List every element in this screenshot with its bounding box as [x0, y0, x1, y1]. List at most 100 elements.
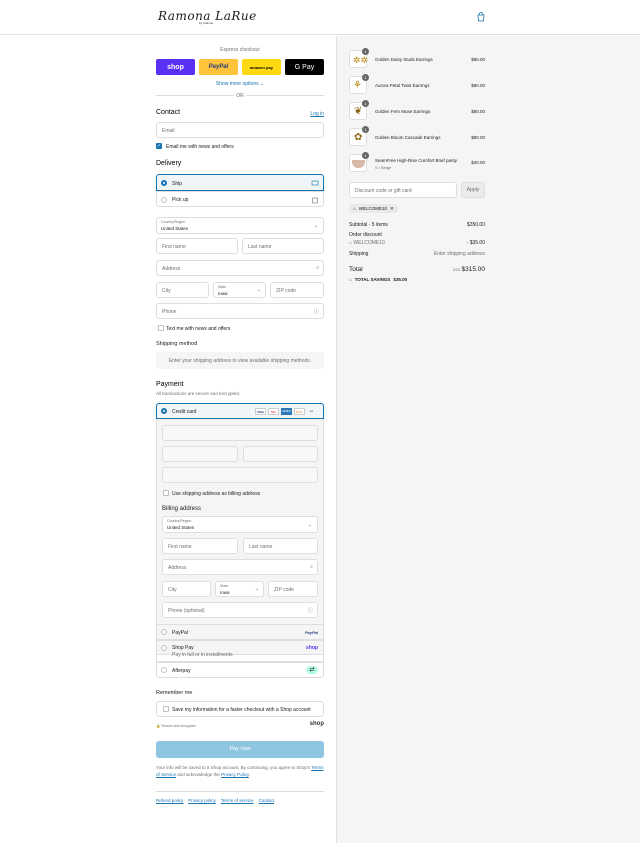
remember-me-box[interactable]: Save my information for a faster checkou…	[156, 701, 324, 717]
help-icon[interactable]: ⓘ	[308, 607, 313, 614]
truck-icon	[311, 180, 319, 186]
ship-radio[interactable]	[161, 180, 167, 186]
address-field[interactable]: Address ⌕	[156, 260, 324, 276]
shop-pay-radio[interactable]	[161, 645, 167, 651]
close-icon[interactable]: ✕	[390, 206, 394, 212]
header: Ramona LaRue by Arianne	[0, 0, 640, 35]
line-item: ⚘ 1 Aurora Petal Twist Earrings $80.00	[349, 74, 485, 96]
footer-links: Refund policy Privacy policy Terms of se…	[156, 798, 274, 803]
card-number-field[interactable]	[162, 425, 318, 441]
security-code-field[interactable]	[243, 446, 318, 462]
country-select[interactable]: Country/Region United States ⌄	[156, 217, 324, 234]
pay-now-button[interactable]: Pay now	[156, 741, 324, 758]
quantity-badge: 1	[362, 126, 369, 133]
line-item: ✲✲ 1 Golden Daisy Studs Earrings $80.00	[349, 48, 485, 70]
ship-label: Ship	[172, 181, 183, 187]
product-thumbnail: 1	[349, 152, 369, 172]
shopping-bag-icon[interactable]	[476, 12, 486, 22]
last-name-placeholder: Last name	[248, 244, 272, 250]
discount-code-text: WELCOME10	[353, 240, 385, 246]
quantity-badge: 1	[362, 100, 369, 107]
discount-code-row: ⌂ WELCOME10 - $35.00	[349, 240, 485, 246]
line-item: ✿ 1 Golden Bloom Cascade Earrings $80.00	[349, 126, 485, 148]
save-info-checkbox[interactable]	[163, 706, 169, 712]
privacy-policy-link[interactable]: Privacy policy	[188, 798, 216, 803]
billing-country-select[interactable]: Country/Region United States ⌄	[162, 516, 318, 533]
footer-divider	[156, 791, 324, 792]
billing-state-value: Iowa	[220, 590, 230, 595]
afterpay-option[interactable]: Afterpay ⇄	[156, 662, 324, 678]
product-price: $30.00	[471, 160, 485, 165]
contact-link[interactable]: Contact	[259, 798, 275, 803]
or-divider-label: OR	[234, 93, 246, 99]
use-shipping-checkbox[interactable]	[163, 490, 169, 496]
text-news-checkbox[interactable]	[158, 325, 164, 331]
phone-placeholder: Phone	[162, 309, 177, 315]
product-thumbnail: ❦ 1	[349, 100, 369, 120]
ship-option[interactable]: Ship	[156, 174, 324, 191]
city-field[interactable]: City	[156, 282, 209, 298]
zip-field[interactable]: ZIP code	[270, 282, 324, 298]
quantity-badge: 1	[362, 74, 369, 81]
login-link[interactable]: Log in	[310, 111, 324, 117]
shop-pay-option[interactable]: Shop Pay Pay in full or in installments …	[156, 640, 324, 662]
paypal-radio[interactable]	[161, 629, 167, 635]
help-icon[interactable]: ⓘ	[314, 308, 319, 315]
email-news-checkbox[interactable]: ✓	[156, 143, 162, 149]
terms-of-service-link[interactable]: Terms of service	[221, 798, 254, 803]
product-price: $80.00	[471, 57, 485, 62]
pickup-option[interactable]: Pick up	[156, 191, 324, 207]
email-field[interactable]: Email	[156, 122, 324, 138]
card-brands: VISA MC AMEX DISC +4	[255, 408, 315, 415]
first-name-field[interactable]: First name	[156, 238, 238, 254]
discount-code-field[interactable]: Discount code or gift card	[349, 182, 457, 198]
show-more-options-link[interactable]: Show more options ⌄	[156, 81, 324, 87]
afterpay-radio[interactable]	[161, 667, 167, 673]
product-name: Golden Bloom Cascade Earrings	[375, 135, 441, 140]
billing-zip-field[interactable]: ZIP code	[268, 581, 318, 597]
name-on-card-field[interactable]	[162, 467, 318, 483]
google-pay-button[interactable]: G Pay	[285, 59, 324, 75]
billing-state-select[interactable]: State Iowa ⌄	[215, 581, 264, 597]
zip-placeholder: ZIP code	[276, 288, 296, 294]
secure-text: Secure and encrypted	[161, 724, 196, 728]
subtotal-value: $350.00	[466, 222, 485, 228]
legal-text-2: and acknowledge the	[177, 772, 220, 777]
legal-text: Your info will be saved to a Shop accoun…	[156, 764, 324, 778]
state-select[interactable]: State Iowa ⌄	[213, 282, 266, 298]
tag-icon: ⌂	[349, 240, 353, 246]
privacy-link[interactable]: Privacy Policy	[221, 772, 249, 777]
last-name-field[interactable]: Last name	[242, 238, 324, 254]
billing-last-name-field[interactable]: Last name	[243, 538, 318, 554]
mastercard-icon: MC	[268, 408, 279, 415]
afterpay-logo-icon: ⇄	[306, 666, 318, 674]
billing-city-field[interactable]: City	[162, 581, 211, 597]
total-savings-row: ⌂ TOTAL SAVINGS $35.00	[349, 277, 407, 282]
billing-address-field[interactable]: Address ⌕	[162, 559, 318, 575]
shop-pay-button[interactable]: shop	[156, 59, 195, 75]
phone-field[interactable]: Phone ⓘ	[156, 303, 324, 319]
billing-state-label: State	[220, 584, 229, 588]
apply-button[interactable]: Apply	[461, 182, 485, 198]
chevron-down-icon: ⌄	[307, 522, 312, 528]
billing-first-name-field[interactable]: First name	[162, 538, 238, 554]
country-label: Country/Region	[161, 220, 186, 224]
text-news-label: Text me with news and offers	[166, 326, 231, 332]
paypal-option[interactable]: PayPal PayPal	[156, 624, 324, 640]
credit-card-option[interactable]: Credit card VISA MC AMEX DISC +4	[156, 403, 324, 419]
paypal-button[interactable]: PayPal	[199, 59, 238, 75]
shop-pay-subtitle: Pay in full or in installments	[172, 652, 233, 658]
afterpay-label: Afterpay	[172, 668, 191, 674]
search-icon: ⌕	[310, 564, 313, 570]
pickup-radio[interactable]	[161, 197, 167, 203]
refund-policy-link[interactable]: Refund policy	[156, 798, 183, 803]
amazon-pay-button[interactable]: amazon pay	[242, 59, 281, 75]
state-value: Iowa	[218, 291, 228, 296]
delivery-heading: Delivery	[156, 160, 182, 167]
visa-icon: VISA	[255, 408, 266, 415]
expiration-field[interactable]	[162, 446, 238, 462]
billing-zip-placeholder: ZIP code	[274, 587, 294, 593]
billing-phone-field[interactable]: Phone (optional) ⓘ	[162, 602, 318, 618]
credit-card-radio[interactable]	[161, 408, 167, 414]
billing-address-heading: Billing address	[162, 506, 202, 512]
